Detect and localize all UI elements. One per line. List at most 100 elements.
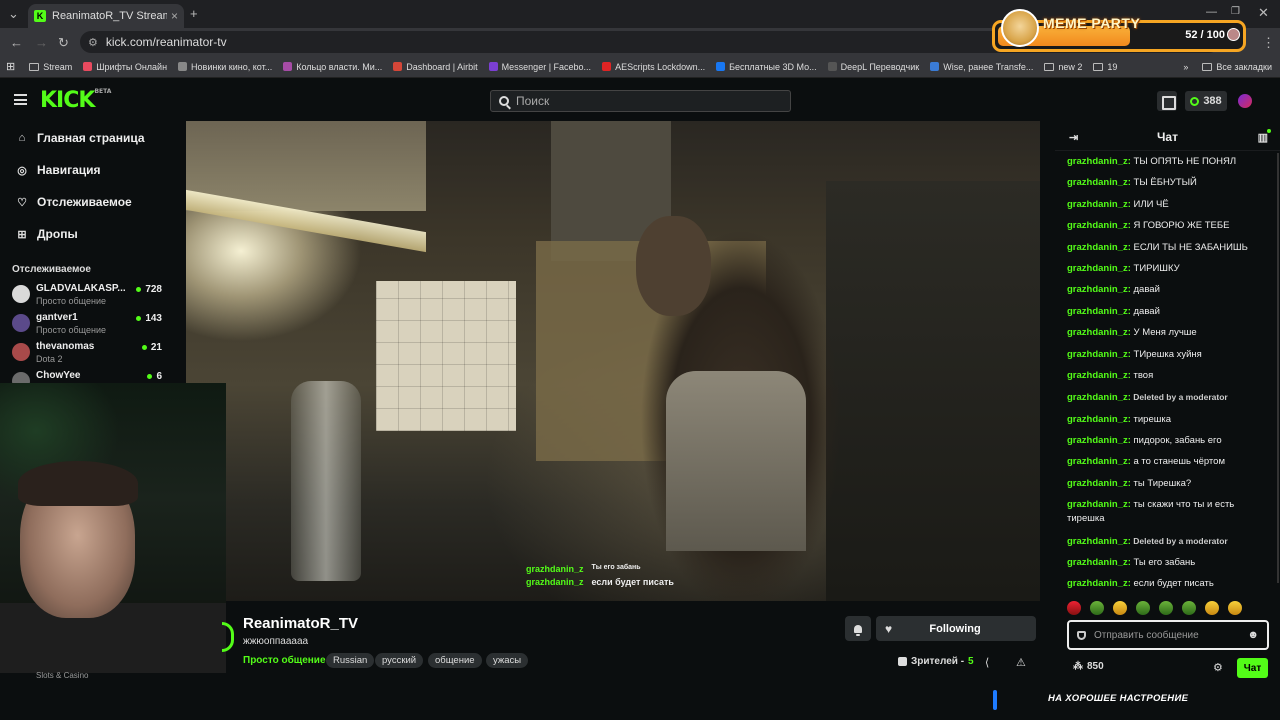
following-channel[interactable]: gantver1 Просто общение 143	[12, 310, 162, 338]
chat-username[interactable]: grazhdanin_z:	[1067, 242, 1131, 253]
video-scene-right	[826, 181, 1040, 601]
bookmark-item[interactable]: Stream	[29, 62, 72, 72]
sidebar-nav-label: Навигация	[37, 163, 101, 177]
menu-icon[interactable]	[14, 94, 27, 105]
new-tab-button[interactable]: +	[190, 7, 198, 20]
chat-send-button[interactable]: Чат	[1237, 658, 1268, 678]
following-channel[interactable]: GLADVALAKASP... Просто общение 728	[12, 281, 162, 309]
tab-close-icon[interactable]: ×	[171, 9, 178, 23]
window-close-icon[interactable]: ✕	[1258, 6, 1269, 19]
chat-points[interactable]: ⁂ 850	[1073, 661, 1104, 672]
chat-username[interactable]: grazhdanin_z:	[1067, 306, 1131, 317]
chat-username[interactable]: grazhdanin_z:	[1067, 414, 1131, 425]
stream-tag[interactable]: Russian	[326, 653, 375, 668]
chat-username[interactable]: grazhdanin_z:	[1067, 220, 1131, 231]
bookmark-item[interactable]: AEScripts Lockdown...	[602, 62, 705, 72]
all-bookmarks[interactable]: Все закладки	[1202, 62, 1272, 72]
site-info-icon[interactable]: ⚙	[88, 36, 98, 49]
follow-button[interactable]: ♥ Following	[876, 616, 1036, 641]
notification-bell-button[interactable]	[845, 616, 871, 641]
back-icon[interactable]: ←	[10, 36, 23, 49]
forward-icon[interactable]: →	[35, 36, 48, 49]
emote-icon[interactable]	[1205, 601, 1219, 615]
points-button[interactable]: 388	[1185, 91, 1227, 111]
chat-username[interactable]: grazhdanin_z:	[1067, 349, 1131, 360]
chat-username[interactable]: grazhdanin_z:	[1067, 499, 1131, 510]
bookmark-item[interactable]: Шрифты Онлайн	[83, 62, 167, 72]
collapse-chat-icon[interactable]: ⇥	[1069, 131, 1078, 144]
sidebar-nav-item[interactable]: ♡ Отслеживаемое	[16, 195, 132, 209]
chat-username[interactable]: grazhdanin_z:	[1067, 177, 1131, 188]
chat-message: grazhdanin_z: Deleted by a moderator	[1067, 390, 1267, 405]
bookmark-item[interactable]: DeepL Переводчик	[827, 62, 919, 72]
emote-icon[interactable]	[1090, 601, 1104, 615]
browser-menu-icon[interactable]: ⋮	[1262, 36, 1275, 49]
bookmark-item[interactable]: Кольцо власти. Ми...	[283, 62, 382, 72]
webcam-overlay	[0, 383, 226, 673]
stream-category[interactable]: Просто общение	[243, 655, 326, 666]
chat-input[interactable]: Отправить сообщение ☻	[1067, 620, 1269, 650]
bookmark-item[interactable]: new 2	[1044, 62, 1082, 72]
layout-toggle-button[interactable]	[1157, 91, 1177, 111]
chat-username[interactable]: grazhdanin_z:	[1067, 370, 1131, 381]
maximize-icon[interactable]: ❐	[1231, 7, 1240, 17]
search-input[interactable]: Поиск	[490, 90, 791, 112]
minimize-icon[interactable]: —	[1206, 7, 1217, 18]
chat-message: grazhdanin_z: а то станешь чёртом	[1067, 455, 1267, 469]
share-icon[interactable]: ⟨	[985, 656, 989, 669]
gear-icon[interactable]: ⚙	[1213, 661, 1223, 674]
chat-username[interactable]: grazhdanin_z:	[1067, 284, 1131, 295]
kick-logo[interactable]: KICKBETA	[40, 88, 111, 113]
bookmark-item[interactable]: Бесплатные 3D Мо...	[716, 62, 817, 72]
chat-username[interactable]: grazhdanin_z:	[1067, 156, 1131, 167]
stream-tag[interactable]: общение	[428, 653, 482, 668]
chat-message: grazhdanin_z: У Меня лучше	[1067, 326, 1267, 340]
video-player[interactable]: grazhdanin_z Ты его забань grazhdanin_z ес…	[186, 121, 1040, 601]
stream-tag[interactable]: русский	[375, 653, 424, 668]
bookmarks-overflow-icon[interactable]: »	[1183, 62, 1188, 72]
sidebar-nav-item[interactable]: ⌂ Главная страница	[16, 131, 145, 145]
emote-icon[interactable]	[1067, 601, 1081, 615]
browser-tab[interactable]: K ReanimatoR_TV Stream - W ×	[28, 4, 184, 28]
chat-username[interactable]: grazhdanin_z:	[1067, 263, 1131, 274]
channel-name: gantver1	[36, 312, 78, 323]
bookmark-item[interactable]: 19	[1093, 62, 1117, 72]
channel-name[interactable]: ReanimatoR_TV	[243, 615, 358, 632]
reload-icon[interactable]: ↻	[58, 36, 69, 49]
emote-icon[interactable]	[1159, 601, 1173, 615]
chat-scrollbar[interactable]	[1277, 153, 1279, 583]
emoji-icon[interactable]: ☻	[1247, 629, 1259, 641]
bookmark-item[interactable]: Messenger | Facebo...	[488, 62, 591, 72]
chat-users-icon[interactable]: ▥	[1258, 129, 1272, 144]
chat-username[interactable]: grazhdanin_z:	[1067, 557, 1131, 568]
chat-username[interactable]: grazhdanin_z:	[1067, 327, 1131, 338]
emote-icon[interactable]	[1182, 601, 1196, 615]
sidebar-nav-item[interactable]: ◎ Навигация	[16, 163, 101, 177]
bookmark-item[interactable]: Dashboard | Airbit	[393, 62, 478, 72]
channel-name: thevanomas	[36, 341, 95, 352]
chat-username[interactable]: grazhdanin_z:	[1067, 456, 1131, 467]
emote-icon[interactable]	[1228, 601, 1242, 615]
bookmark-item[interactable]: Wise, ранее Transfe...	[930, 62, 1033, 72]
sidebar-nav-item[interactable]: ⊞ Дропы	[16, 227, 77, 241]
chat-username[interactable]: grazhdanin_z:	[1067, 392, 1131, 403]
channel-avatar[interactable]	[222, 622, 234, 652]
chat-username[interactable]: grazhdanin_z:	[1067, 435, 1131, 446]
chat-text: ТИРИШКУ	[1130, 262, 1180, 274]
bookmark-favicon-icon	[83, 62, 93, 71]
chat-username[interactable]: grazhdanin_z:	[1067, 478, 1131, 489]
bookmark-favicon-icon	[602, 62, 612, 71]
bookmark-item[interactable]: Новинки кино, кот...	[178, 62, 272, 72]
apps-icon[interactable]: ⊞	[6, 60, 15, 73]
chat-username[interactable]: grazhdanin_z:	[1067, 199, 1131, 210]
stream-tag[interactable]: ужасы	[486, 653, 529, 668]
report-icon[interactable]: ⚠	[1016, 656, 1026, 669]
emote-icon[interactable]	[1113, 601, 1127, 615]
tab-search-icon[interactable]: ⌄	[8, 7, 19, 20]
following-channel[interactable]: thevanomas Dota 2 21	[12, 339, 162, 367]
chat-username[interactable]: grazhdanin_z:	[1067, 578, 1131, 589]
profile-avatar[interactable]	[1238, 94, 1252, 108]
emote-icon[interactable]	[1136, 601, 1150, 615]
emote-row	[1067, 601, 1267, 617]
chat-username[interactable]: grazhdanin_z:	[1067, 536, 1131, 547]
